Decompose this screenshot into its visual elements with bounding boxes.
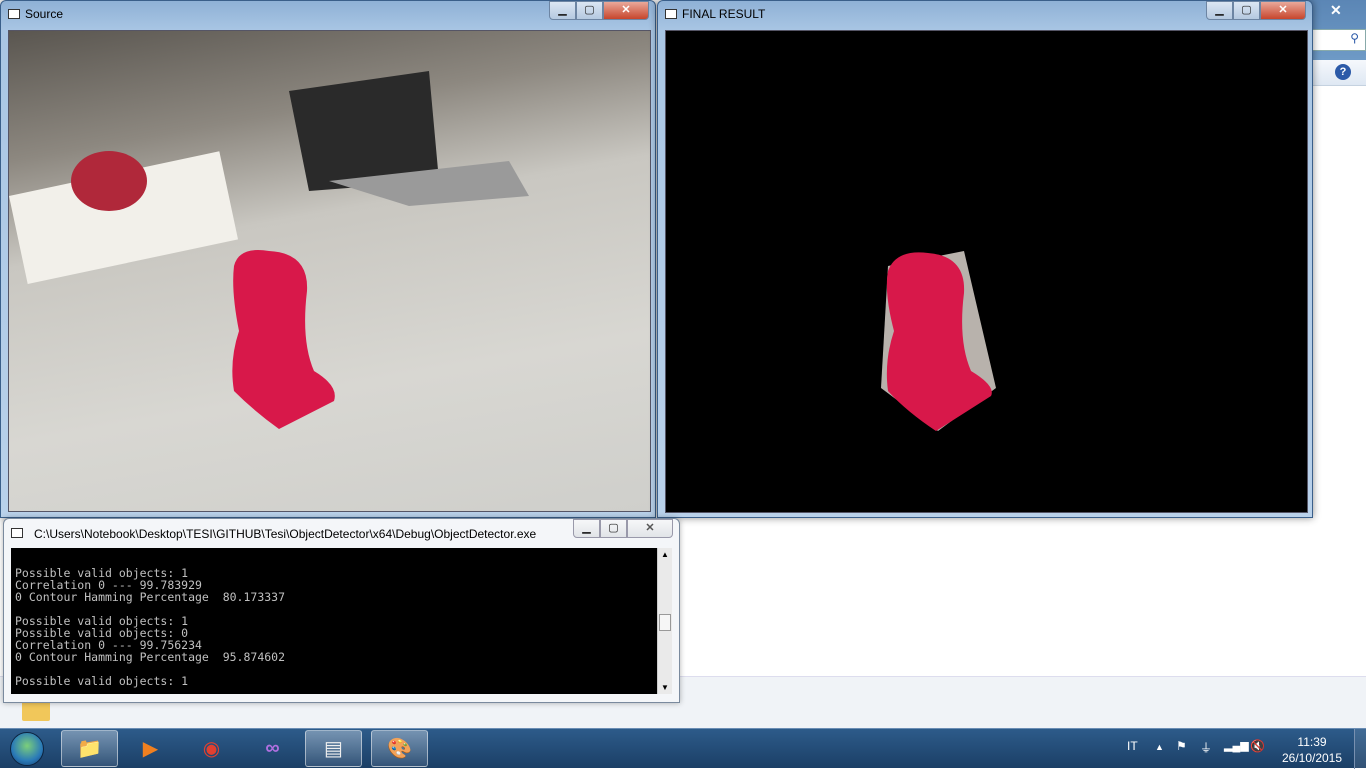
- taskbar-chrome[interactable]: ◉: [183, 730, 240, 767]
- volume-muted-icon[interactable]: 🔇: [1250, 739, 1265, 753]
- clock-time: 11:39: [1297, 735, 1327, 749]
- close-button[interactable]: ✕: [627, 519, 673, 538]
- taskbar-visual-studio[interactable]: ∞: [244, 730, 301, 767]
- maximize-button[interactable]: ▢: [600, 519, 627, 538]
- taskbar-windows-explorer[interactable]: 📁: [61, 730, 118, 767]
- taskbar: 📁 ▶ ◉ ∞ ▤ 🎨 IT ▲ ⚑ ⏚ ▂▄▆ 🔇 11:39 26/10/20…: [0, 728, 1366, 769]
- minimize-button[interactable]: ▁: [549, 1, 576, 20]
- scroll-down-arrow-icon[interactable]: ▼: [661, 683, 669, 692]
- clock-date: 26/10/2015: [1281, 751, 1343, 765]
- result-scene: [881, 251, 996, 431]
- source-window: Source ▁ ▢ ✕: [0, 0, 656, 518]
- console-title: C:\Users\Notebook\Desktop\TESI\GITHUB\Te…: [34, 527, 537, 541]
- console-output: Possible valid objects: 1 Correlation 0 …: [11, 548, 657, 694]
- background-close-button[interactable]: ✕: [1330, 2, 1342, 19]
- window-title: FINAL RESULT: [682, 7, 766, 21]
- show-hidden-icons-arrow-icon[interactable]: ▲: [1155, 742, 1164, 752]
- visual-studio-icon: ∞: [265, 737, 280, 759]
- minimize-button[interactable]: ▁: [573, 519, 600, 538]
- help-icon[interactable]: ?: [1335, 64, 1351, 80]
- taskbar-media-player[interactable]: ▶: [122, 730, 179, 767]
- show-desktop-button[interactable]: [1354, 729, 1366, 769]
- window-title: Source: [25, 7, 64, 21]
- scroll-up-arrow-icon[interactable]: ▲: [661, 550, 669, 559]
- console-scrollbar[interactable]: ▲ ▼: [657, 548, 672, 694]
- close-button[interactable]: ✕: [603, 1, 649, 20]
- console-line: 0 Contour Hamming Percentage 95.874602: [15, 650, 286, 664]
- clock[interactable]: 11:39 26/10/2015: [1280, 734, 1344, 766]
- final-result-image: [665, 30, 1308, 513]
- close-button[interactable]: ✕: [1260, 1, 1306, 20]
- chrome-icon: ◉: [202, 738, 221, 760]
- console-line: Possible valid objects: 1: [15, 674, 189, 688]
- start-button[interactable]: [10, 732, 44, 766]
- folder-icon: 📁: [77, 738, 102, 760]
- taskbar-console[interactable]: ▤: [305, 730, 362, 767]
- power-icon[interactable]: ⏚: [1200, 739, 1212, 756]
- scrollbar-thumb[interactable]: [659, 614, 671, 631]
- source-camera-image: [8, 30, 651, 512]
- red-statue: [232, 250, 335, 429]
- maximize-button[interactable]: ▢: [576, 1, 603, 20]
- source-scene: [9, 71, 529, 429]
- language-indicator[interactable]: IT: [1127, 739, 1138, 753]
- console-icon: [11, 528, 23, 538]
- window-icon: [8, 9, 20, 19]
- taskbar-paint[interactable]: 🎨: [371, 730, 428, 767]
- red-chair: [71, 151, 147, 211]
- console-icon: ▤: [324, 738, 343, 760]
- console-line: 0 Contour Hamming Percentage 80.173337: [15, 590, 286, 604]
- console-window: C:\Users\Notebook\Desktop\TESI\GITHUB\Te…: [3, 518, 680, 703]
- action-center-flag-icon[interactable]: ⚑: [1176, 739, 1187, 753]
- maximize-button[interactable]: ▢: [1233, 1, 1260, 20]
- final-result-window: FINAL RESULT ▁ ▢ ✕: [657, 0, 1313, 518]
- background-search-input[interactable]: ⚲: [1310, 29, 1366, 51]
- paint-icon: 🎨: [387, 738, 412, 760]
- network-signal-icon[interactable]: ▂▄▆: [1224, 739, 1249, 752]
- window-icon: [665, 9, 677, 19]
- minimize-button[interactable]: ▁: [1206, 1, 1233, 20]
- background-toolbar: ?: [1310, 60, 1366, 86]
- media-player-icon: ▶: [142, 738, 159, 760]
- search-icon: ⚲: [1350, 31, 1359, 45]
